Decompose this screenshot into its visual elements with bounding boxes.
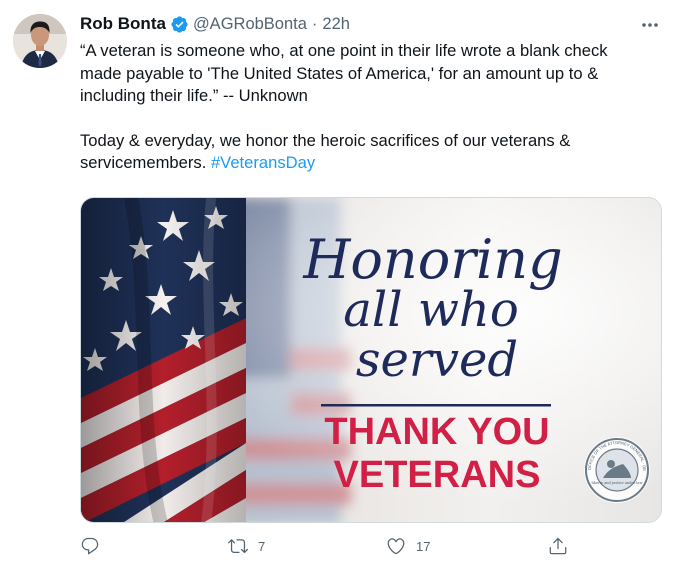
share-icon (549, 537, 567, 555)
tweet-image[interactable]: Honoring all who served THANK YOU VETERA… (80, 197, 662, 523)
seal-icon: liberty and justice under law OFFICE OF … (584, 437, 650, 503)
tweet-paragraph-2: Today & everyday, we honor the heroic sa… (80, 130, 620, 175)
author-handle[interactable]: @AGRobBonta (193, 15, 307, 34)
reply-button[interactable] (80, 536, 110, 556)
image-script-line-2: all who (343, 282, 518, 338)
image-headline-2: VETERANS (334, 454, 541, 496)
tweet-actions: 7 17 (80, 536, 580, 562)
like-count: 17 (416, 538, 431, 554)
avatar[interactable] (13, 14, 67, 68)
image-headline-1: THANK YOU (324, 411, 549, 453)
like-icon (387, 538, 405, 555)
tweet-paragraph-2-text: Today & everyday, we honor the heroic sa… (80, 130, 571, 173)
tweet-paragraph-1: “A veteran is someone who, at one point … (80, 41, 608, 105)
like-button[interactable]: 17 (386, 536, 430, 556)
more-icon[interactable] (639, 14, 661, 36)
tweet-text: “A veteran is someone who, at one point … (80, 40, 620, 175)
share-button[interactable] (548, 536, 568, 556)
flag-illustration (81, 198, 246, 522)
retweet-icon (228, 539, 248, 554)
author-name[interactable]: Rob Bonta (80, 14, 166, 34)
verified-icon (170, 15, 189, 34)
tweet-card[interactable]: Rob Bonta @AGRobBonta · 22h “A veteran i… (0, 0, 679, 574)
hashtag-link[interactable]: #VeteransDay (211, 153, 315, 172)
tweet-header: Rob Bonta @AGRobBonta · 22h (80, 12, 350, 36)
seal-motto: liberty and justice under law (591, 481, 642, 485)
retweet-count: 7 (258, 538, 266, 554)
reply-icon (81, 537, 99, 555)
timestamp[interactable]: 22h (322, 15, 350, 34)
image-divider (321, 404, 551, 407)
image-script-line-3: served (356, 332, 518, 388)
retweet-button[interactable]: 7 (228, 536, 265, 556)
separator-dot: · (311, 14, 318, 33)
